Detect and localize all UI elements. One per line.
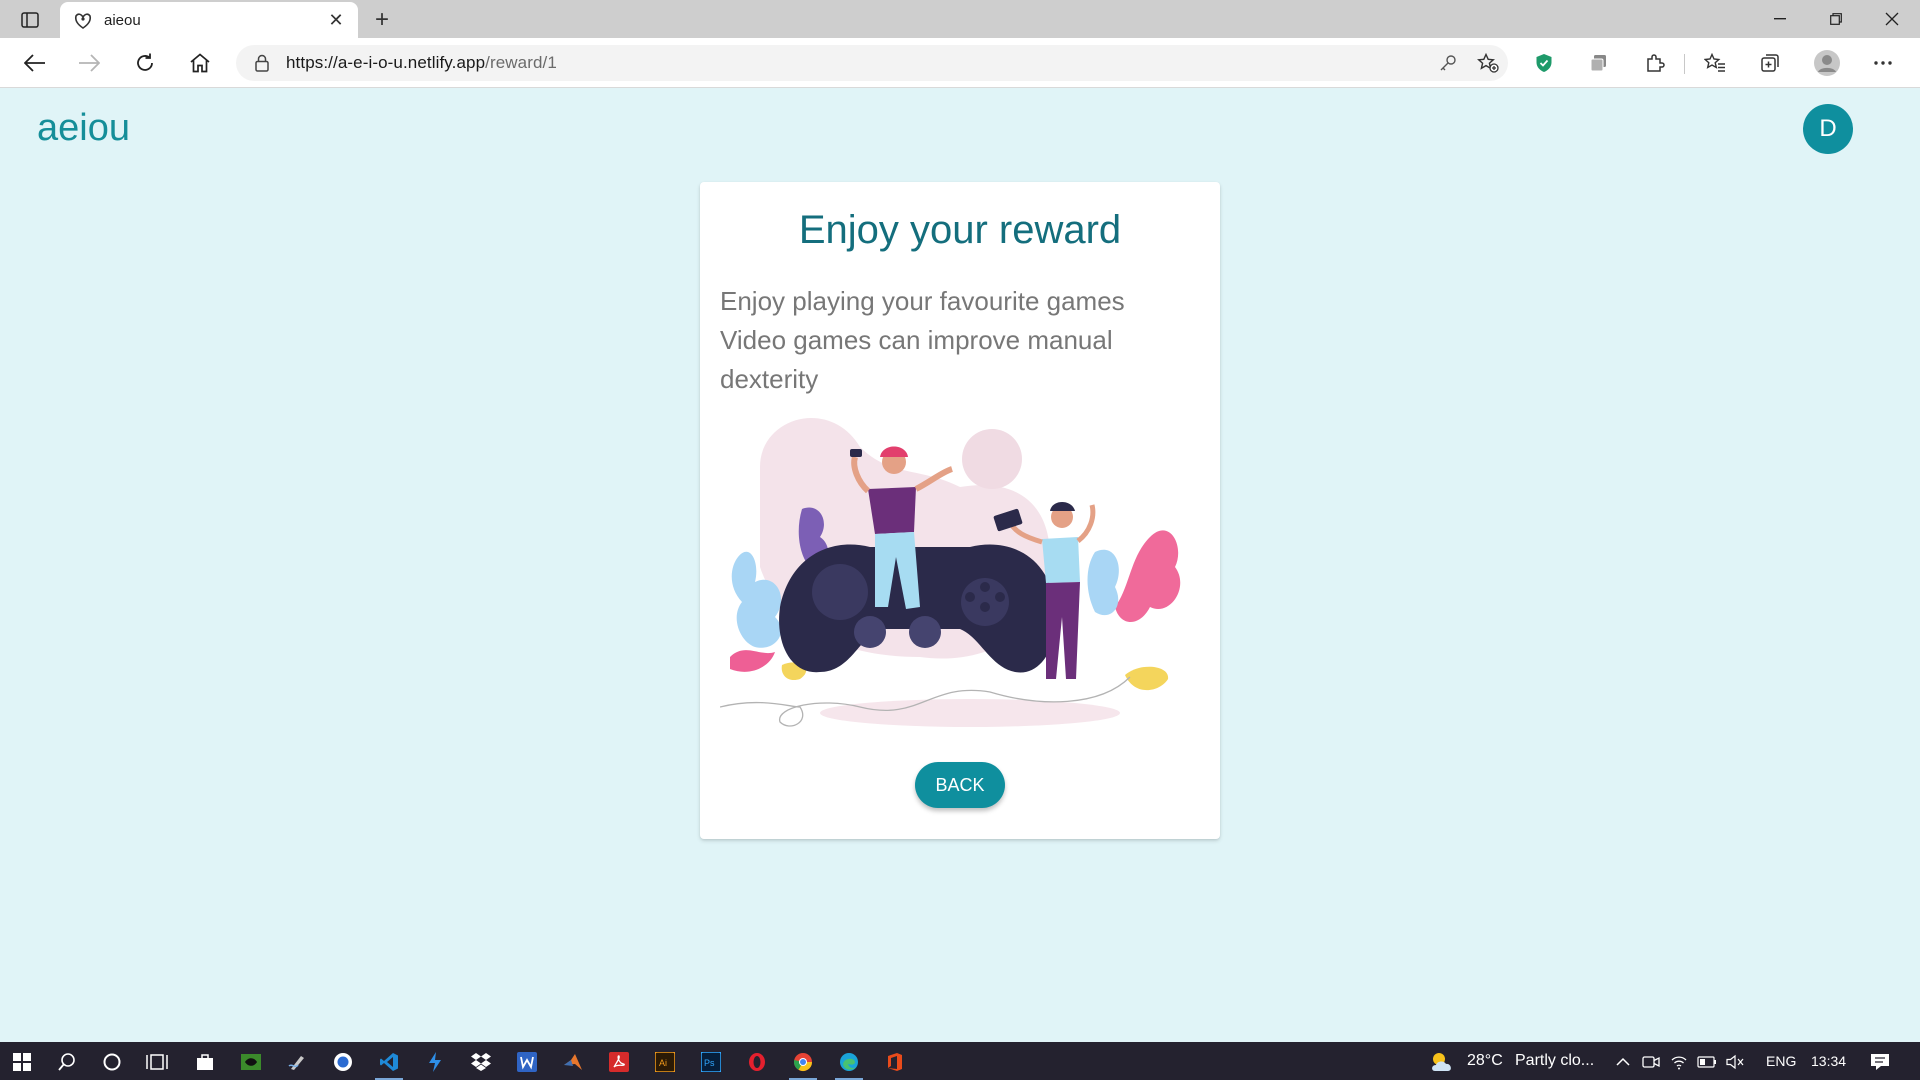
windows-taskbar: Ai Ps 28°C Partly clo... ENG 13:34: [0, 1042, 1920, 1080]
tab-actions-icon[interactable]: [14, 7, 46, 33]
reward-line: Enjoy playing your favourite games: [720, 286, 1125, 316]
tab-title: aieou: [104, 11, 141, 29]
svg-text:Ai: Ai: [659, 1058, 667, 1068]
close-window-icon[interactable]: [1864, 0, 1920, 38]
store-icon[interactable]: [187, 1046, 223, 1078]
windows-start-icon[interactable]: [4, 1046, 40, 1078]
weather-icon[interactable]: [1425, 1046, 1461, 1078]
reward-card: Enjoy your reward Enjoy playing your fav…: [700, 182, 1220, 839]
acrobat-icon[interactable]: [601, 1046, 637, 1078]
weather-description[interactable]: Partly clo...: [1515, 1052, 1594, 1070]
photoshop-icon[interactable]: Ps: [693, 1046, 729, 1078]
close-tab-icon[interactable]: ✕: [326, 10, 346, 30]
word-icon[interactable]: [509, 1046, 545, 1078]
task-view-icon[interactable]: [139, 1046, 175, 1078]
minimize-icon[interactable]: [1752, 0, 1808, 38]
favorites-icon[interactable]: [1697, 47, 1733, 79]
edge-icon[interactable]: [831, 1046, 867, 1080]
illustrator-icon[interactable]: Ai: [647, 1046, 683, 1078]
browser-tab[interactable]: aieou ✕: [60, 2, 358, 38]
url-path: /reward/1: [485, 53, 557, 72]
search-icon[interactable]: [49, 1046, 85, 1078]
collections-icon[interactable]: [1752, 47, 1788, 79]
language-indicator[interactable]: ENG: [1766, 1053, 1796, 1069]
brand-logo-text[interactable]: aeiou: [37, 107, 130, 150]
dropbox-icon[interactable]: [463, 1046, 499, 1078]
more-options-icon[interactable]: [1865, 47, 1901, 79]
new-tab-icon[interactable]: +: [368, 6, 396, 34]
back-button[interactable]: BACK: [915, 762, 1005, 808]
clock-time[interactable]: 13:34: [1811, 1053, 1846, 1069]
weather-temperature[interactable]: 28°C: [1467, 1052, 1503, 1070]
user-avatar[interactable]: D: [1803, 104, 1853, 154]
extensions-puzzle-icon[interactable]: [1637, 47, 1673, 79]
restore-icon[interactable]: [1808, 0, 1864, 38]
azure-tool-icon[interactable]: [417, 1046, 453, 1078]
card-description: Enjoy playing your favourite games Video…: [720, 282, 1200, 399]
cortana-icon[interactable]: [94, 1046, 130, 1078]
nvidia-icon[interactable]: [233, 1046, 269, 1078]
address-bar[interactable]: https://a-e-i-o-u.netlify.app/reward/1: [236, 45, 1508, 81]
site-favicon-icon: [72, 9, 94, 31]
notifications-icon[interactable]: [1862, 1046, 1898, 1078]
svg-text:Ps: Ps: [704, 1058, 715, 1068]
opera-icon[interactable]: [739, 1046, 775, 1078]
back-arrow-icon[interactable]: [18, 47, 52, 79]
refresh-icon[interactable]: [128, 47, 162, 79]
gaming-illustration: [720, 418, 1181, 727]
add-favorite-icon[interactable]: [1468, 47, 1508, 79]
browser-toolbar: https://a-e-i-o-u.netlify.app/reward/1: [0, 38, 1920, 88]
chrome-icon[interactable]: [785, 1046, 821, 1080]
reward-fact: Video games can improve manual dexterity: [720, 325, 1113, 394]
lock-icon[interactable]: [252, 53, 272, 73]
card-title: Enjoy your reward: [798, 208, 1122, 252]
pen-app-icon[interactable]: [279, 1046, 315, 1078]
forward-arrow-icon[interactable]: [72, 47, 106, 79]
collections-extension-icon[interactable]: [1581, 47, 1617, 79]
volume-muted-icon[interactable]: [1717, 1046, 1753, 1078]
url-host: https://a-e-i-o-u.netlify.app: [286, 53, 486, 72]
window-controls: [1752, 0, 1920, 38]
office-icon[interactable]: [877, 1046, 913, 1078]
vscode-icon[interactable]: [371, 1046, 407, 1080]
signal-app-icon[interactable]: [325, 1046, 361, 1078]
home-icon[interactable]: [183, 47, 217, 79]
key-icon[interactable]: [1428, 47, 1468, 79]
profile-icon[interactable]: [1809, 47, 1845, 79]
shield-extension-icon[interactable]: [1526, 47, 1562, 79]
matlab-icon[interactable]: [555, 1046, 591, 1078]
url-text[interactable]: https://a-e-i-o-u.netlify.app/reward/1: [286, 53, 1428, 73]
browser-tab-bar: aieou ✕ +: [0, 0, 1920, 38]
toolbar-divider: [1684, 54, 1685, 74]
